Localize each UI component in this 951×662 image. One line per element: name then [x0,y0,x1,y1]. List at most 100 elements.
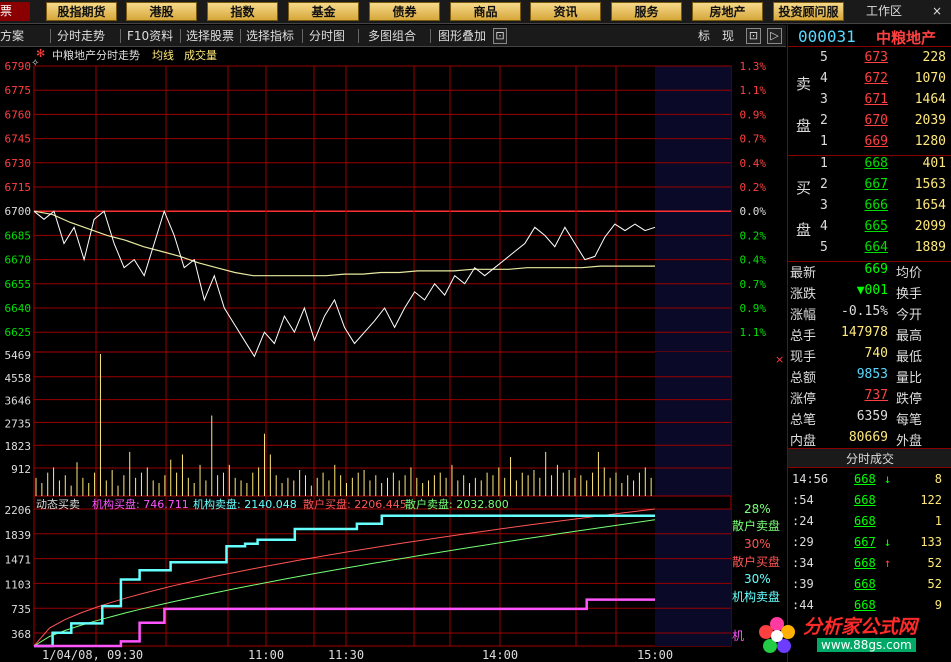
flow-tick-label: 2206 [5,504,32,517]
quote-key: 现手 [790,350,817,365]
menu-button-realestate[interactable]: 房地产 [692,2,763,21]
quote-value: 737 [864,388,888,403]
toolbar-intraday[interactable]: 分时走势 [57,28,105,44]
flow-legend-retail-buy: 散户买盘: 2206.445 [303,498,407,511]
intraday-chart-svg: 6790 1.3% 6775 1.1% 6760 0.9% 6745 0.7% 6730 0.4%… [5,60,767,662]
menu-tab-stocks[interactable]: 票 [0,2,30,21]
trade-volume: 122 [920,493,942,507]
chart-area: 6790 1.3% 6775 1.1% 6760 0.9% 6745 0.7% 6730 0.4%… [0,47,786,662]
watermark-title: 分析家公式网 [803,616,918,638]
order-price: 665 [864,219,888,234]
order-volume: 401 [922,156,946,171]
trade-price: 668 [854,493,876,507]
menu-button-commodity[interactable]: 商品 [450,2,521,21]
toolbar-scheme[interactable]: 方案 [0,28,24,44]
toolbar-f10[interactable]: F10资料 [127,28,173,44]
order-level: 2 [820,177,828,192]
trade-volume: 133 [920,535,942,549]
quote-key: 均价 [896,266,923,281]
percent-tick-label: 0.9% [740,302,767,315]
quote-key: 最高 [896,329,923,344]
sell-order-row[interactable]: 4 672 1070 [788,71,951,92]
buy-order-row[interactable]: 5 664 1889 [788,240,951,261]
buy-order-row[interactable]: 3 666 1654 [788,198,951,219]
toolbar-select-indicator[interactable]: 选择指标 [246,28,294,44]
quote-value: 6359 [856,409,888,424]
order-volume: 1280 [914,134,946,149]
close-icon[interactable]: × [932,2,942,21]
trade-price: 668 [854,472,876,486]
buy-order-row[interactable]: 2 667 1563 [788,177,951,198]
price-tick-label: 6640 [5,302,32,315]
toolbar-divider [180,29,181,43]
flow-legend-inst-buy: 机构买盘: 746.711 [92,498,189,511]
quote-key: 最新 [790,266,817,281]
menu-button-news[interactable]: 资讯 [530,2,601,21]
toolbar-divider [240,29,241,43]
quote-row: 总额 9853 量比 [788,367,951,388]
percent-tick-label: 1.1% [740,326,767,339]
toolbar-overlay[interactable]: 图形叠加 [438,28,486,44]
menu-button-fund[interactable]: 基金 [288,2,359,21]
quote-key: 量比 [896,371,923,386]
percent-tick-label: 1.1% [740,84,767,97]
post-close-shade-flow [655,509,731,646]
percent-tick-label: 0.4% [740,254,767,267]
price-tick-label: 6655 [5,278,32,291]
time-tick-label: 15:00 [637,648,673,662]
watermark-logo: 分析家公式网 www.88gs.com [755,606,951,662]
toolbar-mark-button[interactable]: 标 [698,28,710,44]
quote-key: 涨停 [790,392,817,407]
menu-button-bond[interactable]: 债券 [369,2,440,21]
quote-key: 总额 [790,371,817,386]
sell-order-row[interactable]: 1 669 1280 [788,134,951,155]
buy-order-row[interactable]: 1 668 401 [788,156,951,177]
arrow-up-icon: ↑ [884,556,892,570]
buy-order-row[interactable]: 4 665 2099 [788,219,951,240]
sell-order-row[interactable]: 5 673 228 [788,50,951,71]
toolbar-multi-chart[interactable]: 多图组合 [368,28,416,44]
menu-button-service[interactable]: 服务 [611,2,682,21]
trade-volume: 52 [927,577,942,591]
quote-row: 总手 147978 最高 [788,325,951,346]
quote-value: 147978 [841,325,888,340]
restore-icon[interactable]: ⊡ [746,28,761,44]
quote-key: 跌停 [896,392,923,407]
stock-header: 000031 中粮地产 [788,25,951,47]
order-level: 1 [820,156,828,171]
trade-time: :34 [792,556,814,570]
menu-button-futures[interactable]: 股指期货 [46,2,117,21]
order-price: 667 [864,177,888,192]
menu-button-advisor[interactable]: 投资顾问服 [773,2,844,21]
flow-lines [33,508,656,648]
play-icon[interactable]: ▷ [767,28,782,44]
close-panel-icon[interactable]: × [775,353,784,366]
toolbar-current-button[interactable]: 现 [722,28,734,44]
sell-order-row[interactable]: 2 670 2039 [788,113,951,134]
lock-icon[interactable]: ⊡ [493,28,507,44]
flow-pct-retail-sell: 28% [744,502,771,516]
workarea-label: 工作区 [866,4,903,18]
workarea-button[interactable]: 工作区 × [858,2,948,21]
quote-row: 最新 669 均价 [788,262,951,283]
menu-button-hk[interactable]: 港股 [126,2,197,21]
price-tick-label: 6670 [5,254,32,267]
toolbar-chart-type[interactable]: 分时图 [309,28,345,44]
order-level: 1 [820,134,828,149]
trade-time: :54 [792,493,814,507]
order-price: 673 [864,50,888,65]
trade-volume: 1 [934,514,942,528]
flow-label-retail-sell: 散户卖盘 [732,519,781,533]
stock-code[interactable]: 000031 [798,27,856,46]
flow-label-retail-buy: 散户买盘 [732,555,781,569]
menu-button-index[interactable]: 指数 [207,2,278,21]
order-volume: 228 [922,50,946,65]
quote-value: 80669 [848,430,888,445]
quote-panel: 000031 中粮地产 卖 盘 5 673 228 4 672 1070 3 671 1464 2… [787,25,951,662]
sell-order-row[interactable]: 3 671 1464 [788,92,951,113]
quote-key: 内盘 [790,434,817,449]
trades-title[interactable]: 分时成交 [788,448,951,468]
toolbar-select-stock[interactable]: 选择股票 [186,28,234,44]
volume-bars [35,354,652,496]
volume-tick-label: 1823 [5,440,32,453]
